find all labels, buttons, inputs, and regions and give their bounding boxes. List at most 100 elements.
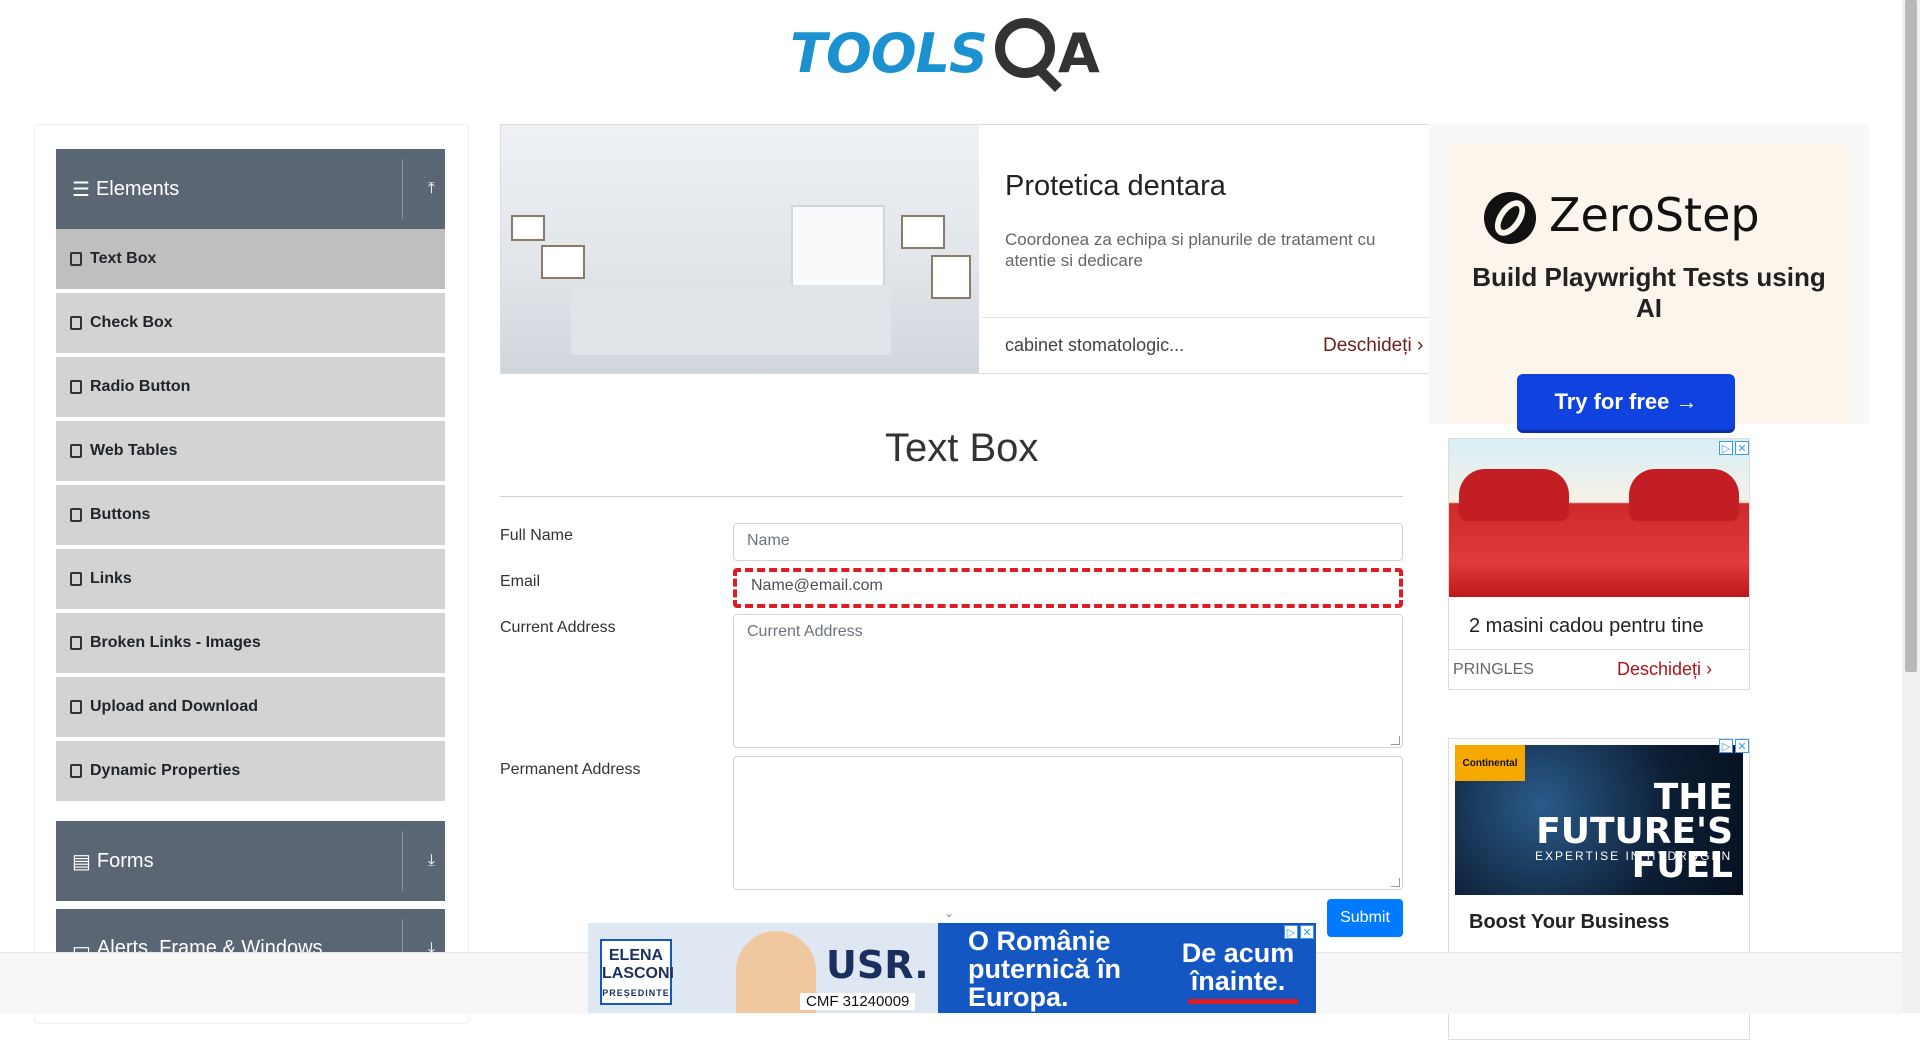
current-address-label: Current Address [500, 619, 616, 636]
sidebar-item-label: Broken Links - Images [90, 634, 261, 651]
ad-close-icon[interactable]: ✕ [1735, 739, 1749, 753]
item-icon [70, 700, 82, 714]
car-ad-title: 2 masini cadou pentru tine [1469, 615, 1704, 637]
item-icon [70, 508, 82, 522]
full-name-placeholder: Name [747, 532, 790, 549]
submit-button[interactable]: Submit [1327, 899, 1403, 937]
group-title-forms: Forms [96, 849, 154, 872]
sidebar-item-text-box[interactable]: Text Box [56, 229, 445, 291]
divider [981, 317, 1431, 318]
group-header-elements[interactable]: ☰ Elements ⤒ [56, 149, 445, 229]
bottom-banner-advertisement[interactable]: ELENA LASCONI PREȘEDINTE USR. CMF 3124000… [588, 923, 1316, 1013]
menu-icon: ☰ [72, 178, 90, 201]
car-image [1459, 469, 1569, 521]
sidebar-item-upload-download[interactable]: Upload and Download [56, 677, 445, 739]
ad-photo [501, 125, 979, 373]
logo-text: TOOLS [790, 22, 988, 85]
top-advertisement[interactable]: Protetica dentara Coordonea za echipa si… [500, 124, 1431, 374]
banner-cta: De acum înainte. [1181, 938, 1295, 996]
ad-photo-frame [931, 255, 971, 299]
scrollbar-thumb[interactable] [1905, 0, 1917, 672]
fuel-ad-title: Boost Your Business [1469, 911, 1670, 933]
resize-handle[interactable] [1391, 736, 1400, 745]
permanent-address-textarea[interactable] [733, 756, 1403, 890]
item-icon [70, 380, 82, 394]
divider [1449, 649, 1749, 650]
car-ad-image [1449, 439, 1749, 597]
continental-logo: Continental [1455, 745, 1525, 781]
candidate-name-box: ELENA LASCONI PREȘEDINTE [600, 939, 674, 1005]
email-input[interactable]: Name@email.com [733, 568, 1403, 608]
ad-description: Coordonea za echipa si planurile de trat… [1005, 230, 1376, 270]
zerostep-logo-icon [1484, 192, 1536, 244]
zerostep-name: ZeroStep [1549, 188, 1760, 242]
candidate-name: ELENA LASCONI [602, 947, 674, 982]
full-name-label: Full Name [500, 527, 573, 544]
item-icon [70, 764, 82, 778]
collapse-up-icon[interactable]: ⤒ [428, 149, 435, 229]
current-address-placeholder: Current Address [747, 623, 863, 640]
sidebar-item-check-box[interactable]: Check Box [56, 293, 445, 355]
logo-text-qa: A [1058, 22, 1100, 85]
sidebar-item-label: Radio Button [90, 378, 191, 395]
expand-down-icon[interactable]: ⤓ [428, 821, 435, 901]
current-address-textarea[interactable]: Current Address [733, 614, 1403, 748]
ad-info-icon[interactable]: ▷ [1284, 925, 1298, 939]
item-icon [70, 252, 82, 266]
group-title-elements: Elements [95, 177, 180, 200]
divider [402, 159, 403, 219]
resize-handle[interactable] [1391, 878, 1400, 887]
ad-photo-frame [541, 245, 585, 279]
divider [500, 496, 1403, 497]
fuel-subtitle: EXPERTISE IN HYDROGEN [1535, 849, 1733, 863]
divider [402, 831, 403, 891]
item-icon [70, 636, 82, 650]
zerostep-card: ZeroStep Build Playwright Tests using AI… [1449, 144, 1849, 430]
fuel-ad-image: Continental THE FUTURE'S FUEL EXPERTISE … [1455, 745, 1743, 895]
sidebar-item-label: Web Tables [90, 442, 178, 459]
car-ad-open-link[interactable]: Deschideți › [1617, 659, 1712, 680]
car-image [1629, 469, 1739, 521]
sidebar-item-dynamic-properties[interactable]: Dynamic Properties [56, 741, 445, 803]
item-icon [70, 572, 82, 586]
sidebar-item-broken-links[interactable]: Broken Links - Images [56, 613, 445, 675]
sidebar-item-links[interactable]: Links [56, 549, 445, 611]
permanent-address-label: Permanent Address [500, 761, 641, 778]
ad-open-label: Deschideți [1323, 335, 1412, 356]
ad-photo-frame [511, 215, 545, 241]
ad-info-icon[interactable]: ▷ [1719, 441, 1733, 455]
sidebar-item-label: Upload and Download [90, 698, 258, 715]
item-icon [70, 444, 82, 458]
chevron-right-icon: › [1706, 659, 1713, 679]
sidebar-item-label: Links [90, 570, 132, 587]
candidate-role: PREȘEDINTE [602, 988, 670, 998]
sidebar-item-label: Text Box [90, 250, 157, 267]
email-placeholder: Name@email.com [751, 577, 883, 594]
ad-open-link[interactable]: Deschideți › [1323, 335, 1423, 357]
zerostep-tagline: Build Playwright Tests using AI [1472, 262, 1826, 323]
car-ad-brand: PRINGLES [1453, 661, 1534, 678]
sidebar-item-radio-button[interactable]: Radio Button [56, 357, 445, 419]
sidebar-item-label: Buttons [90, 506, 151, 523]
toolsqa-logo[interactable]: TOOLS A [790, 12, 1116, 92]
ad-info-icon[interactable]: ▷ [1719, 739, 1733, 753]
ad-title[interactable]: Protetica dentara [1005, 170, 1226, 203]
ad-footer: cabinet stomatologic... [1005, 335, 1185, 355]
ad-photo-window [791, 205, 885, 289]
item-icon [70, 316, 82, 330]
banner-underline [1188, 999, 1298, 1004]
sidebar-item-web-tables[interactable]: Web Tables [56, 421, 445, 483]
zerostep-advertisement[interactable]: ZeroStep Build Playwright Tests using AI… [1429, 124, 1869, 430]
full-name-input[interactable]: Name [733, 523, 1403, 561]
sidebar-item-label: Check Box [90, 314, 173, 331]
try-for-free-button[interactable]: Try for free → [1517, 374, 1735, 430]
car-ad-open-label: Deschideți [1617, 659, 1702, 679]
sidebar-item-buttons[interactable]: Buttons [56, 485, 445, 547]
pringles-advertisement[interactable]: ▷ ✕ 2 masini cadou pentru tine PRINGLES … [1448, 438, 1750, 690]
ad-close-icon[interactable]: ✕ [1300, 925, 1314, 939]
ad-close-icon[interactable]: ✕ [1735, 441, 1749, 455]
email-label: Email [500, 573, 541, 590]
group-header-forms[interactable]: ▤ Forms ⤓ [56, 821, 445, 901]
party-logo: USR. [826, 943, 929, 987]
fuel-headline: THE FUTURE'S FUEL [1536, 777, 1733, 886]
